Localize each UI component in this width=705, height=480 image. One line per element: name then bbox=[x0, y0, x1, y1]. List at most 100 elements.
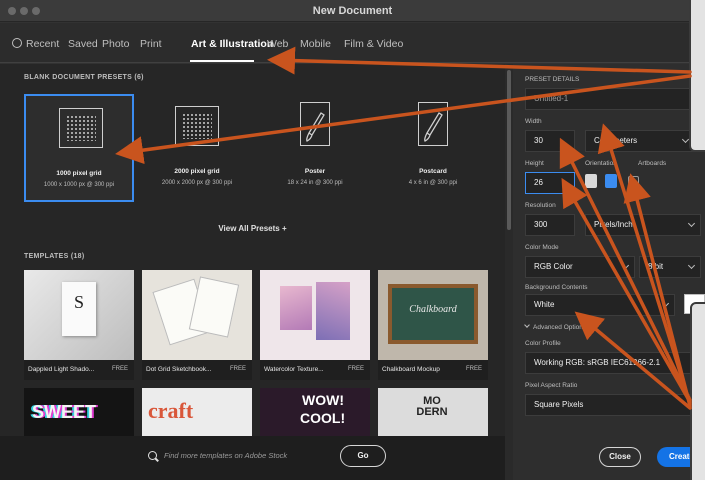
preset-details-pane: PRESET DETAILS Untitled-1 Width 30 Centi… bbox=[513, 64, 705, 480]
bit-depth-value: 8 bit bbox=[648, 262, 664, 271]
tab-photo[interactable]: Photo bbox=[102, 38, 129, 50]
preset-card[interactable]: Postcard 4 x 6 in @ 300 ppi bbox=[378, 94, 488, 202]
pixel-aspect-ratio-label: Pixel Aspect Ratio bbox=[525, 382, 578, 389]
portrait-orientation-button[interactable] bbox=[585, 174, 597, 188]
background-contents-label: Background Contents bbox=[525, 284, 588, 291]
preset-card[interactable]: 1000 pixel grid 1000 x 1000 px @ 300 ppi bbox=[24, 94, 134, 202]
callout-box-top bbox=[689, 0, 705, 152]
new-document-dialog: New Document Recent Saved Photo Print Ar… bbox=[0, 0, 705, 480]
tab-print[interactable]: Print bbox=[140, 38, 162, 50]
document-name-field[interactable]: Untitled-1 bbox=[525, 88, 701, 110]
advanced-options-toggle[interactable]: Advanced Options bbox=[524, 322, 587, 331]
tab-mobile[interactable]: Mobile bbox=[300, 38, 331, 50]
pixel-aspect-ratio-select[interactable]: Square Pixels bbox=[525, 394, 701, 416]
color-profile-select[interactable]: Working RGB: sRGB IEC61966-2.1 bbox=[525, 352, 701, 374]
chevron-down-icon bbox=[687, 219, 696, 228]
free-badge: FREE bbox=[465, 366, 482, 372]
callout-box-bottom bbox=[690, 302, 705, 480]
template-card[interactable]: S Dappled Light Shado... FREE bbox=[24, 270, 134, 380]
chevron-down-icon bbox=[687, 261, 696, 270]
resolution-field[interactable]: 300 bbox=[525, 214, 575, 236]
preset-name: 2000 pixel grid bbox=[174, 168, 220, 175]
units-value: Centimeters bbox=[594, 136, 638, 145]
template-thumbnail bbox=[142, 270, 252, 360]
category-tabs: Recent Saved Photo Print Art & Illustrat… bbox=[0, 23, 705, 63]
chevron-down-icon bbox=[524, 322, 530, 328]
preset-desc: 4 x 6 in @ 300 ppi bbox=[408, 180, 458, 186]
advanced-options-label: Advanced Options bbox=[533, 324, 587, 331]
presets-section-title: BLANK DOCUMENT PRESETS (6) bbox=[24, 74, 144, 81]
orientation-label: Orientation bbox=[585, 160, 617, 167]
template-thumbnail: S bbox=[24, 270, 134, 360]
title-bar: New Document bbox=[0, 0, 705, 22]
preset-desc: 2000 x 2000 px @ 300 ppi bbox=[161, 180, 233, 186]
template-name: Dot Grid Sketchbook... bbox=[146, 366, 212, 373]
stock-search-input[interactable]: Find more templates on Adobe Stock bbox=[164, 451, 287, 460]
artboards-checkbox[interactable] bbox=[628, 176, 639, 187]
artboards-label: Artboards bbox=[638, 160, 667, 167]
free-badge: FREE bbox=[111, 366, 128, 372]
template-name: Watercolor Texture... bbox=[264, 366, 324, 373]
go-button[interactable]: Go bbox=[340, 445, 386, 467]
tab-art-illustration[interactable]: Art & Illustration bbox=[191, 38, 273, 50]
chevron-down-icon bbox=[681, 135, 690, 144]
background-value: White bbox=[534, 300, 555, 309]
color-mode-label: Color Mode bbox=[525, 244, 559, 251]
template-name: Dappled Light Shado... bbox=[28, 366, 95, 373]
tab-recent-label: Recent bbox=[26, 38, 60, 50]
bit-depth-select[interactable]: 8 bit bbox=[639, 256, 701, 278]
resolution-units-select[interactable]: Pixels/Inch bbox=[585, 214, 701, 236]
template-card[interactable]: Watercolor Texture... FREE bbox=[260, 270, 370, 380]
chevron-down-icon bbox=[621, 261, 630, 270]
view-all-presets-link[interactable]: View All Presets + bbox=[0, 224, 505, 233]
width-field[interactable]: 30 bbox=[525, 130, 575, 152]
template-thumbnail bbox=[260, 270, 370, 360]
template-card[interactable]: SWEET bbox=[24, 388, 134, 438]
tab-saved[interactable]: Saved bbox=[68, 38, 98, 50]
template-name: Chalkboard Mockup bbox=[382, 366, 440, 373]
template-card[interactable]: WOW! COOL! bbox=[260, 388, 370, 438]
templates-section-title: TEMPLATES (18) bbox=[24, 253, 85, 260]
color-mode-select[interactable]: RGB Color bbox=[525, 256, 635, 278]
width-label: Width bbox=[525, 118, 542, 125]
search-icon bbox=[148, 451, 157, 460]
active-tab-indicator bbox=[190, 60, 254, 62]
resolution-label: Resolution bbox=[525, 202, 556, 209]
preset-desc: 1000 x 1000 px @ 300 ppi bbox=[43, 182, 115, 188]
resolution-units-value: Pixels/Inch bbox=[594, 220, 633, 229]
chevron-down-icon bbox=[661, 299, 670, 308]
grid-icon bbox=[175, 106, 219, 146]
tab-web[interactable]: Web bbox=[267, 38, 288, 50]
color-mode-value: RGB Color bbox=[534, 262, 573, 271]
presets-pane: BLANK DOCUMENT PRESETS (6) 1000 pixel gr… bbox=[0, 64, 505, 480]
background-contents-select[interactable]: White bbox=[525, 294, 675, 316]
template-thumbnail: Chalkboard bbox=[378, 270, 488, 360]
preset-name: Poster bbox=[304, 168, 326, 175]
tab-film-video[interactable]: Film & Video bbox=[344, 38, 403, 50]
template-card[interactable]: craft bbox=[142, 388, 252, 438]
height-label: Height bbox=[525, 160, 544, 167]
landscape-orientation-button[interactable] bbox=[605, 174, 617, 188]
template-card[interactable]: MO DERN bbox=[378, 388, 488, 438]
close-button[interactable]: Close bbox=[599, 447, 641, 467]
scrollbar-thumb[interactable] bbox=[507, 70, 511, 230]
preset-card[interactable]: Poster 18 x 24 in @ 300 ppi bbox=[260, 94, 370, 202]
preset-details-header: PRESET DETAILS bbox=[525, 76, 580, 83]
scrollbar[interactable] bbox=[505, 64, 513, 480]
color-profile-label: Color Profile bbox=[525, 340, 561, 347]
tab-recent[interactable]: Recent bbox=[12, 38, 59, 50]
units-select[interactable]: Centimeters bbox=[585, 130, 695, 152]
height-field[interactable]: 26 bbox=[525, 172, 575, 194]
brush-icon bbox=[418, 102, 448, 146]
grid-icon bbox=[59, 108, 103, 148]
template-card[interactable]: Dot Grid Sketchbook... FREE bbox=[142, 270, 252, 380]
preset-desc: 18 x 24 in @ 300 ppi bbox=[287, 180, 343, 186]
template-card[interactable]: Chalkboard Chalkboard Mockup FREE bbox=[378, 270, 488, 380]
free-badge: FREE bbox=[347, 366, 364, 372]
window-title: New Document bbox=[312, 5, 393, 17]
preset-name: Postcard bbox=[419, 168, 447, 175]
brush-icon bbox=[300, 102, 330, 146]
preset-card[interactable]: 2000 pixel grid 2000 x 2000 px @ 300 ppi bbox=[142, 94, 252, 202]
preset-name: 1000 pixel grid bbox=[56, 170, 102, 177]
stock-search-bar: Find more templates on Adobe Stock Go bbox=[0, 436, 505, 480]
